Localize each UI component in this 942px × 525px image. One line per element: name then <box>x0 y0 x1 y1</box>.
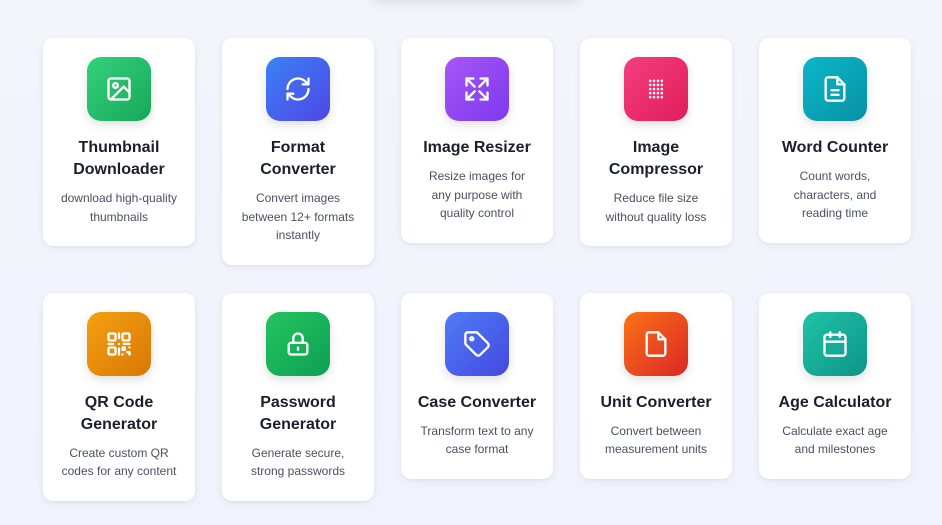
document-icon <box>803 57 867 121</box>
tool-card-password-generator[interactable]: Password Generator Generate secure, stro… <box>222 292 374 501</box>
tool-card-unit-converter[interactable]: Unit Converter Convert between measureme… <box>580 292 732 479</box>
tool-title: QR Code Generator <box>80 393 158 433</box>
tool-description: Resize images for any purpose with quali… <box>428 169 526 220</box>
tag-icon <box>445 311 509 376</box>
calendar-icon <box>803 311 867 376</box>
tools-grid: Thumbnail Downloader download high-quali… <box>43 38 913 525</box>
tool-card-age-calculator[interactable]: Age Calculator Calculate exact age and m… <box>759 292 911 479</box>
expand-icon <box>445 57 509 121</box>
tool-title: Thumbnail Downloader <box>73 139 165 178</box>
tool-title: Word Counter <box>781 139 889 156</box>
tool-description: download high-quality thumbnails <box>60 191 178 224</box>
tool-title: Image Compressor <box>608 139 704 178</box>
tools-row-2: QR Code Generator Create custom QR codes… <box>43 292 913 501</box>
image-icon <box>87 57 151 121</box>
tool-card-image-resizer[interactable]: Image Resizer Resize images for any purp… <box>401 38 553 243</box>
qr-code-icon <box>87 311 151 376</box>
tool-card-qr-code-generator[interactable]: QR Code Generator Create custom QR codes… <box>43 292 195 501</box>
tool-title: Case Converter <box>417 393 537 411</box>
lock-icon <box>266 311 330 376</box>
refresh-icon <box>266 57 330 121</box>
tool-title: Unit Converter <box>600 393 712 411</box>
tool-card-word-counter[interactable]: Word Counter Count words, characters, an… <box>759 38 911 243</box>
tool-description: Convert between measurement units <box>604 423 708 457</box>
tool-card-thumbnail-downloader[interactable]: Thumbnail Downloader download high-quali… <box>43 38 195 246</box>
tool-title: Age Calculator <box>778 393 892 411</box>
tool-card-image-compressor[interactable]: Image Compressor Reduce file size withou… <box>580 38 732 246</box>
tool-title: Format Converter <box>260 139 336 178</box>
tool-description: Convert images between 12+ formats insta… <box>241 191 355 242</box>
tool-title: Image Resizer <box>423 139 531 156</box>
tool-description: Reduce file size without quality loss <box>605 191 707 224</box>
tool-card-format-converter[interactable]: Format Converter Convert images between … <box>222 38 374 265</box>
tools-row-1: Thumbnail Downloader download high-quali… <box>43 38 913 265</box>
tool-card-case-converter[interactable]: Case Converter Transform text to any cas… <box>401 292 553 479</box>
tool-description: Create custom QR codes for any content <box>61 445 177 479</box>
file-icon <box>624 311 688 376</box>
tool-description: Calculate exact age and milestones <box>782 423 888 457</box>
tool-description: Generate secure, strong passwords <box>250 445 346 479</box>
tool-description: Count words, characters, and reading tim… <box>793 169 877 220</box>
grid-dots-icon <box>624 57 688 121</box>
tool-description: Transform text to any case format <box>420 423 534 457</box>
tool-title: Password Generator <box>259 393 337 433</box>
